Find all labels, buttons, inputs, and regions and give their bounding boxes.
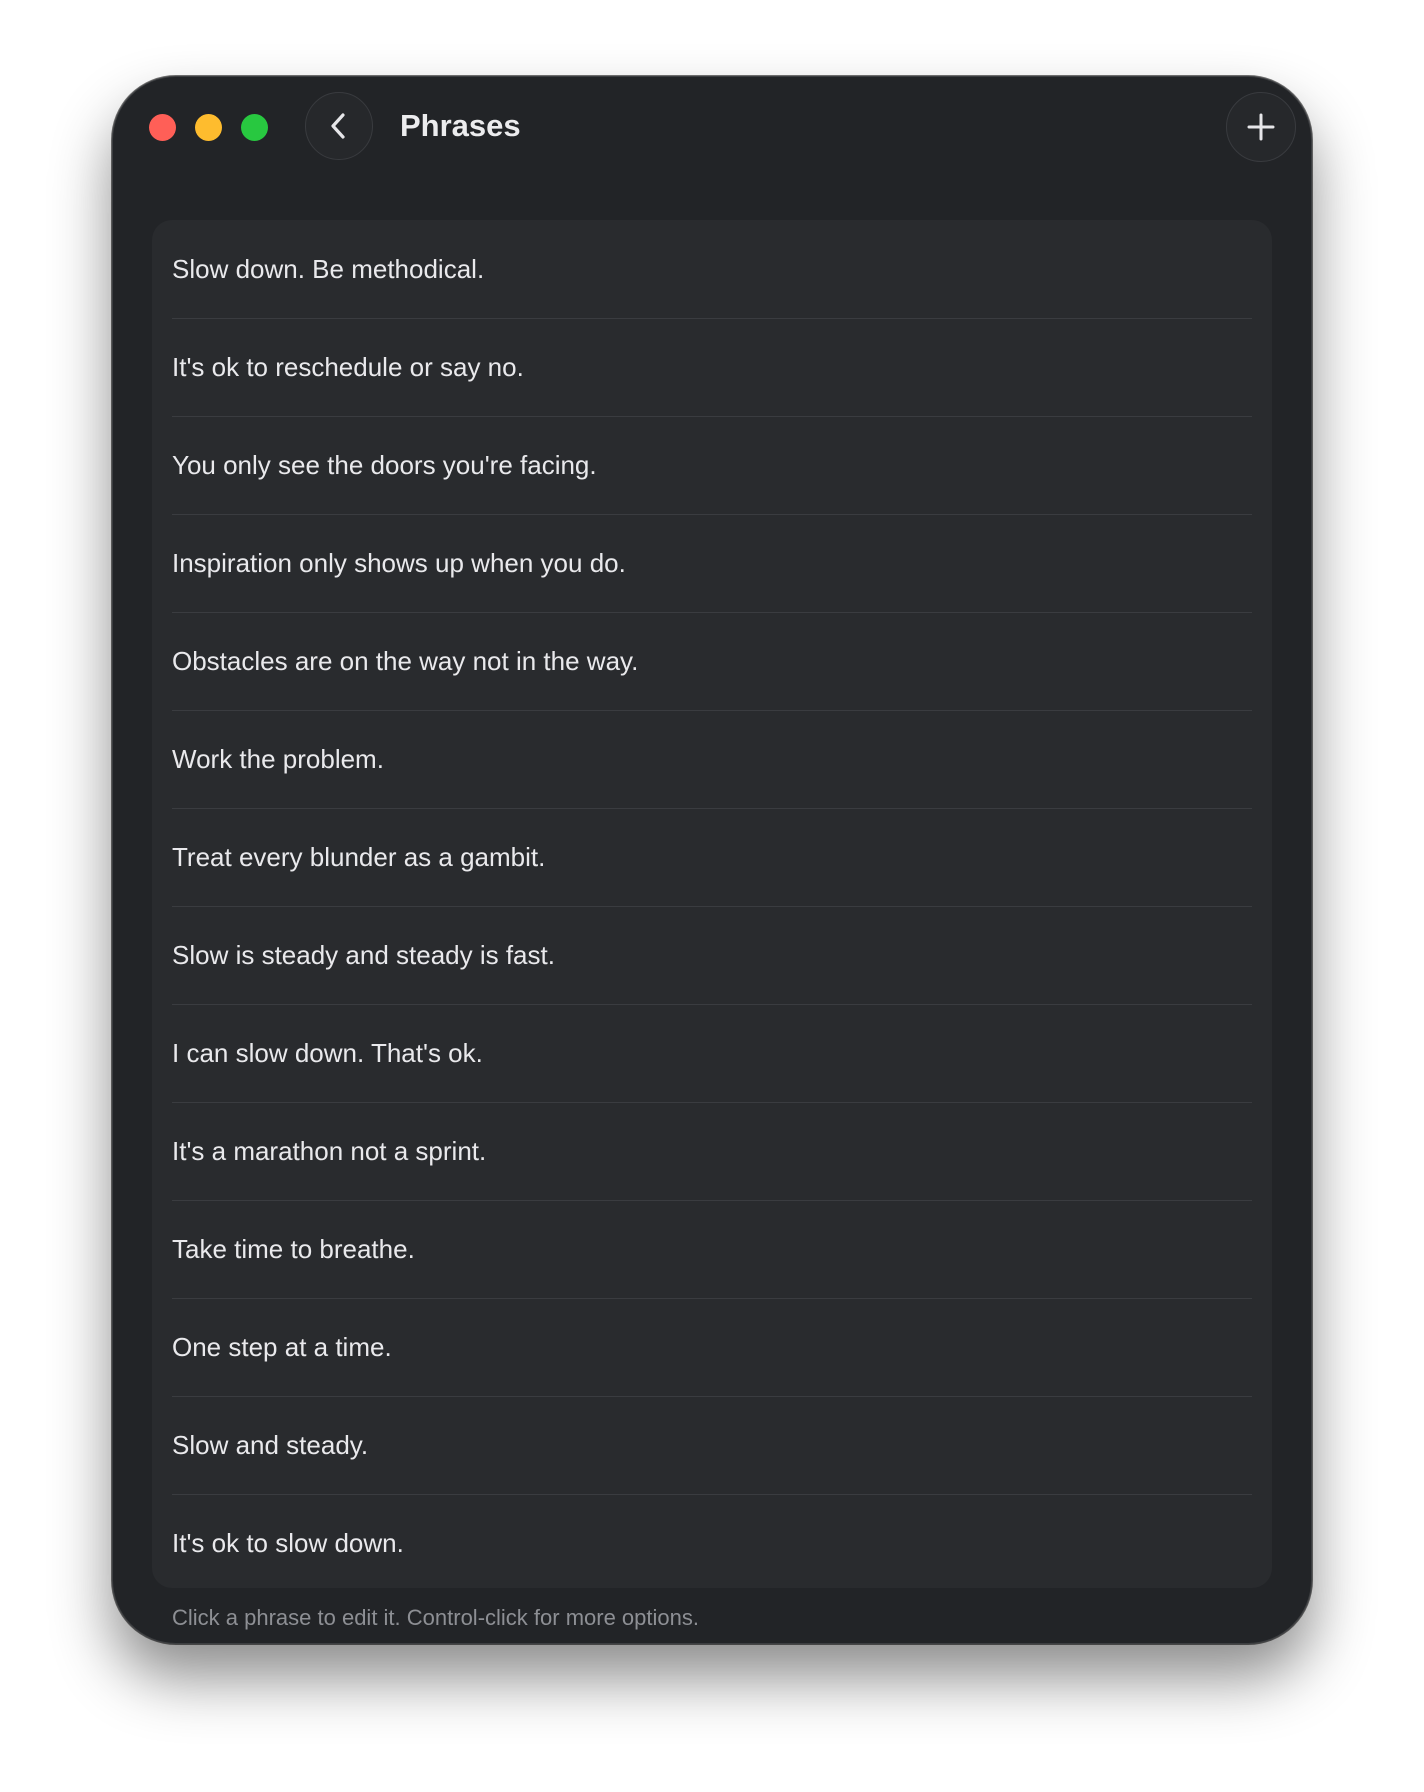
phrase-item[interactable]: Slow down. Be methodical. (152, 220, 1272, 318)
phrase-text: It's a marathon not a sprint. (172, 1136, 487, 1166)
chevron-left-icon (331, 113, 345, 139)
phrase-text: I can slow down. That's ok. (172, 1038, 483, 1068)
plus-icon (1247, 113, 1275, 141)
back-button[interactable] (305, 92, 373, 160)
phrase-text: Inspiration only shows up when you do. (172, 548, 626, 578)
phrase-text: Work the problem. (172, 744, 384, 774)
phrase-text: It's ok to reschedule or say no. (172, 352, 524, 382)
phrase-text: It's ok to slow down. (172, 1528, 404, 1558)
phrase-text: Obstacles are on the way not in the way. (172, 646, 639, 676)
phrase-item[interactable]: Treat every blunder as a gambit. (152, 808, 1272, 906)
phrase-text: Take time to breathe. (172, 1234, 415, 1264)
phrase-item[interactable]: It's ok to slow down. (152, 1494, 1272, 1588)
close-window-button[interactable] (149, 114, 176, 141)
phrase-item[interactable]: It's a marathon not a sprint. (152, 1102, 1272, 1200)
phrase-text: One step at a time. (172, 1332, 392, 1362)
phrase-text: You only see the doors you're facing. (172, 450, 597, 480)
minimize-window-button[interactable] (195, 114, 222, 141)
phrase-item[interactable]: You only see the doors you're facing. (152, 416, 1272, 514)
phrase-item[interactable]: Slow and steady. (152, 1396, 1272, 1494)
phrase-text: Slow down. Be methodical. (172, 254, 485, 284)
phrase-item[interactable]: Obstacles are on the way not in the way. (152, 612, 1272, 710)
phrase-text: Slow is steady and steady is fast. (172, 940, 555, 970)
phrase-item[interactable]: Inspiration only shows up when you do. (152, 514, 1272, 612)
add-phrase-button[interactable] (1226, 92, 1296, 162)
page-title: Phrases (400, 108, 521, 143)
phrase-item[interactable]: Slow is steady and steady is fast. (152, 906, 1272, 1004)
phrase-item[interactable]: One step at a time. (152, 1298, 1272, 1396)
phrase-item[interactable]: Take time to breathe. (152, 1200, 1272, 1298)
phrase-text: Slow and steady. (172, 1430, 369, 1460)
phrase-item[interactable]: I can slow down. That's ok. (152, 1004, 1272, 1102)
title-bar: Phrases (112, 76, 1312, 196)
phrase-item[interactable]: It's ok to reschedule or say no. (152, 318, 1272, 416)
phrase-text: Treat every blunder as a gambit. (172, 842, 546, 872)
phrase-item[interactable]: Work the problem. (152, 710, 1272, 808)
phrase-list: Slow down. Be methodical. It's ok to res… (152, 220, 1272, 1588)
app-window: Phrases Slow down. Be methodical. It's o… (112, 76, 1312, 1644)
footer-hint: Click a phrase to edit it. Control-click… (172, 1605, 699, 1630)
zoom-window-button[interactable] (241, 114, 268, 141)
